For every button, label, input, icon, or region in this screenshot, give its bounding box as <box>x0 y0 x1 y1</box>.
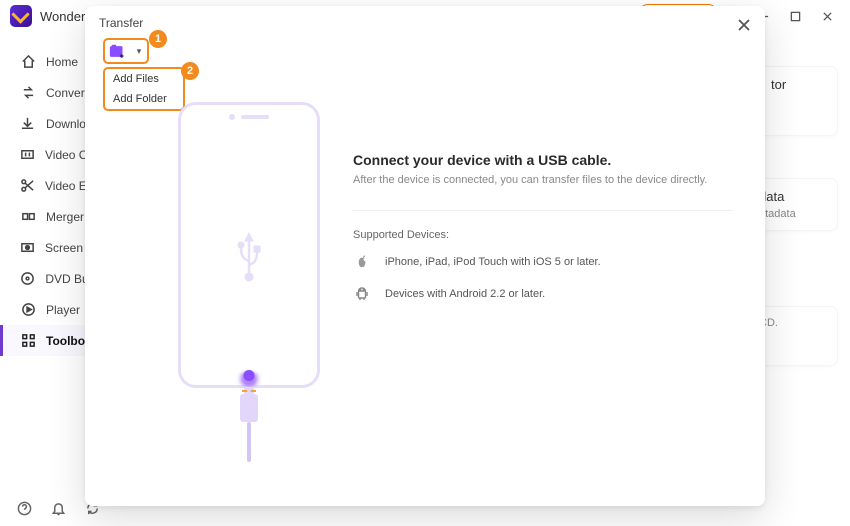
help-button[interactable] <box>14 498 34 518</box>
port-core <box>244 370 255 381</box>
menu-item-add-files[interactable]: Add Files <box>105 69 183 89</box>
bg-card-2-title: data <box>759 189 825 204</box>
bg-card-1-title: tor <box>771 77 825 92</box>
home-icon <box>20 54 36 70</box>
toolbox-icon <box>20 333 36 349</box>
modal-close-button[interactable] <box>733 14 755 36</box>
close-window-button[interactable] <box>814 5 840 27</box>
play-icon <box>20 302 36 318</box>
scissors-icon <box>20 178 35 194</box>
callout-badge-1: 1 <box>149 30 167 48</box>
apple-icon <box>353 253 371 271</box>
device-apple-label: iPhone, iPad, iPod Touch with iOS 5 or l… <box>385 256 601 268</box>
phone-notch <box>229 114 269 120</box>
add-files-button[interactable]: ▾ <box>103 38 149 64</box>
disc-icon <box>20 271 35 287</box>
device-android-label: Devices with Android 2.2 or later. <box>385 288 545 300</box>
add-file-icon <box>105 40 131 62</box>
bg-card-1: tor <box>758 66 838 136</box>
device-row-android: Devices with Android 2.2 or later. <box>353 285 737 303</box>
merger-icon <box>20 209 36 225</box>
phone-illustration <box>149 102 349 482</box>
converter-icon <box>20 85 36 101</box>
device-row-apple: iPhone, iPad, iPod Touch with iOS 5 or l… <box>353 253 737 271</box>
add-files-group: ▾ 1 Add Files Add Folder 2 <box>103 38 149 64</box>
chevron-down-icon[interactable]: ▾ <box>131 40 147 62</box>
connect-headline: Connect your device with a USB cable. <box>353 152 737 168</box>
cable-plug <box>240 394 258 422</box>
usb-icon <box>232 229 266 288</box>
phone-outline <box>178 102 320 388</box>
transfer-modal: Transfer ▾ 1 Add Files Add Folder 2 <box>85 6 765 506</box>
divider <box>353 210 733 211</box>
connect-subline: After the device is connected, you can t… <box>353 174 737 186</box>
bg-card-2-sub: etadata <box>759 208 825 220</box>
compress-icon <box>20 147 35 163</box>
app-logo <box>10 5 32 27</box>
sidebar-item-label: Merger <box>46 210 84 224</box>
supported-title: Supported Devices: <box>353 229 737 241</box>
instructions-column: Connect your device with a USB cable. Af… <box>353 152 737 317</box>
cable-wire <box>247 422 251 462</box>
callout-badge-2: 2 <box>181 62 199 80</box>
notifications-button[interactable] <box>48 498 68 518</box>
download-icon <box>20 116 36 132</box>
bg-card-3-text: CD. <box>759 317 825 329</box>
sidebar-item-label: Player <box>46 303 80 317</box>
maximize-button[interactable] <box>782 5 808 27</box>
sidebar-item-label: Home <box>46 55 78 69</box>
modal-title: Transfer <box>99 16 143 30</box>
record-icon <box>20 240 35 256</box>
android-icon <box>353 285 371 303</box>
